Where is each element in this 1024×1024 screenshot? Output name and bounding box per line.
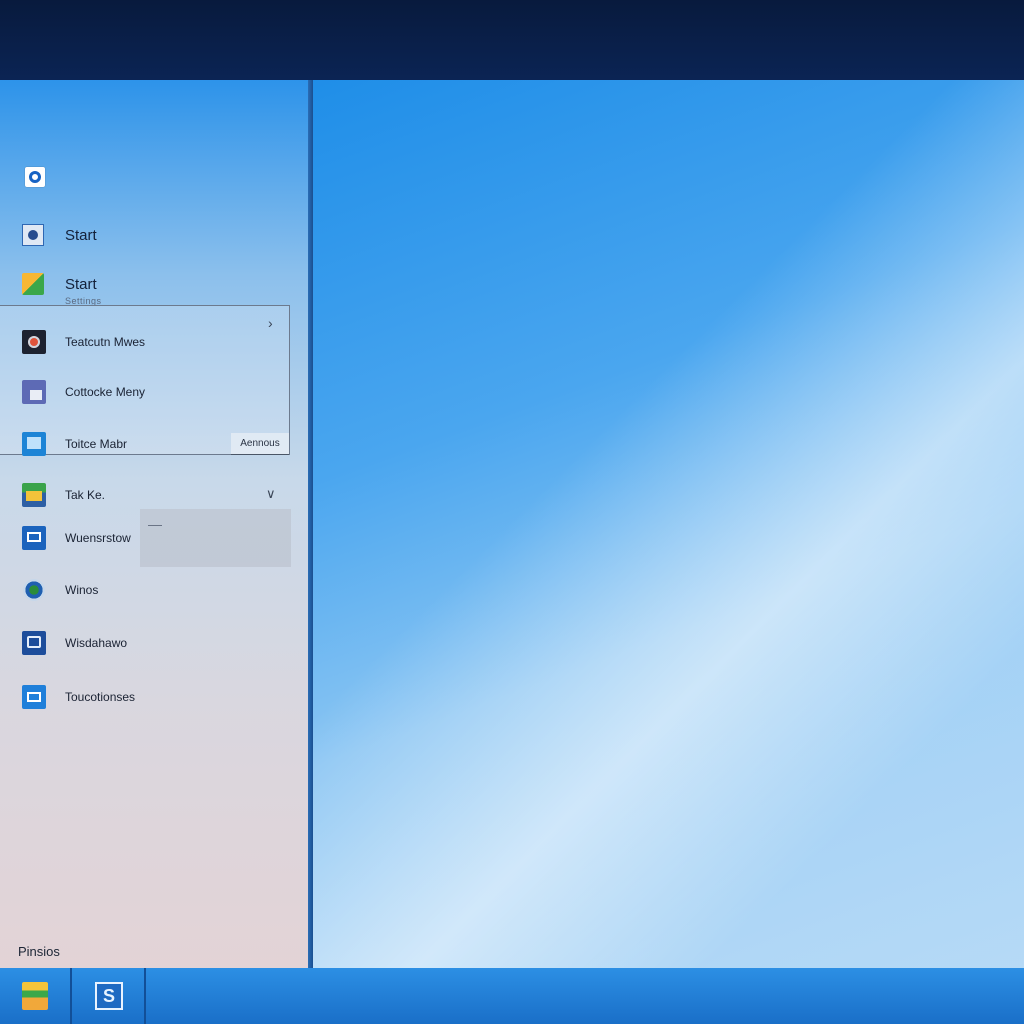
menu-item[interactable]: Tak Ke.: [22, 483, 105, 507]
start-item-label: Start: [65, 226, 97, 244]
menu-item-label: Toucotionses: [65, 690, 136, 704]
menu-item-label: Teatcutn Mwes: [65, 335, 146, 349]
menu-item[interactable]: Toitce Mabr: [22, 432, 127, 456]
menu-item-label: Winos: [65, 583, 99, 597]
menu-item[interactable]: Cottocke Meny: [22, 380, 145, 404]
gallery-icon: [22, 483, 46, 507]
monitor-icon: [22, 526, 46, 550]
menu-item[interactable]: Wuensrstow: [22, 526, 131, 550]
globe-icon: [22, 578, 46, 602]
top-bar: [0, 0, 1024, 80]
menu-item-label: Tak Ke.: [65, 488, 106, 502]
menu-item[interactable]: Toucotionses: [22, 685, 135, 709]
start-item-2[interactable]: Start: [22, 273, 97, 295]
taskbar-file-explorer-button[interactable]: [0, 968, 72, 1024]
start-item-label: Start: [65, 275, 97, 293]
dash-divider: [148, 525, 162, 526]
taskbar-app-button[interactable]: S: [74, 968, 146, 1024]
s-app-icon: S: [95, 982, 123, 1010]
hover-highlight: [140, 509, 291, 567]
record-icon: [22, 330, 46, 354]
windows-logo-icon[interactable]: [25, 167, 45, 187]
menu-item-label: Toitce Mabr: [65, 437, 128, 451]
menu-item-label: Cottocke Meny: [65, 385, 146, 399]
menu-item[interactable]: Winos: [22, 578, 98, 602]
chevron-down-icon[interactable]: ∨: [266, 486, 276, 502]
window-icon: [22, 432, 46, 456]
annotate-field[interactable]: Aennous: [231, 433, 289, 455]
chat-icon: [22, 631, 46, 655]
desktop-background[interactable]: [312, 80, 1024, 968]
chevron-right-icon[interactable]: ›: [268, 315, 273, 331]
taskbar: [0, 968, 1024, 1024]
picture-icon: [22, 380, 46, 404]
power-options-label[interactable]: Pinsios: [18, 944, 60, 959]
start-item-1[interactable]: Start: [22, 224, 97, 246]
panel-divider: [308, 80, 313, 968]
start-icon: [22, 224, 44, 246]
display-icon: [22, 685, 46, 709]
menu-item[interactable]: Teatcutn Mwes: [22, 330, 145, 354]
folder-icon: [22, 273, 44, 295]
menu-item[interactable]: Wisdahawo: [22, 631, 127, 655]
menu-item-label: Wuensrstow: [65, 531, 131, 545]
menu-item-label: Wisdahawo: [65, 636, 128, 650]
file-explorer-icon: [22, 982, 48, 1010]
